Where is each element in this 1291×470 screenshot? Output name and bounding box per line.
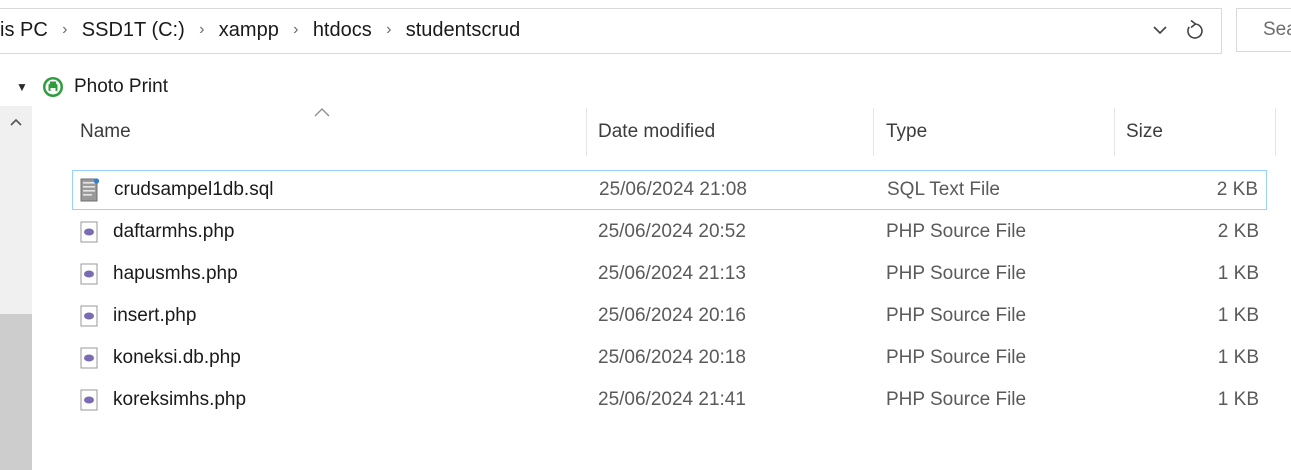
file-name-cell: daftarmhs.php [78,212,234,252]
file-name-cell: insert.php [78,296,196,336]
file-type: PHP Source File [886,347,1027,368]
file-name-cell: koneksi.db.php [78,338,241,378]
file-type: PHP Source File [886,263,1027,284]
file-type: PHP Source File [886,305,1027,326]
column-header-date-label: Date modified [598,121,716,142]
refresh-button[interactable] [1180,16,1210,44]
chevron-down-icon [1153,26,1167,35]
column-header-name-label: Name [80,121,131,142]
php-file-icon [78,220,100,244]
breadcrumb-drive[interactable]: SSD1T (C:) [76,19,191,42]
file-name-cell: koreksimhs.php [78,380,246,420]
breadcrumb: is PC › SSD1T (C:) › xampp › htdocs › st… [0,8,526,52]
breadcrumb-separator-icon[interactable]: › [191,21,213,39]
column-divider[interactable] [1275,108,1276,156]
file-date: 25/06/2024 20:52 [598,221,746,242]
nav-item-label: Photo Print [74,76,168,97]
file-row[interactable]: koneksi.db.php 25/06/2024 20:18 PHP Sour… [72,338,1267,378]
file-date: 25/06/2024 21:08 [599,179,747,200]
breadcrumb-studentscrud[interactable]: studentscrud [400,19,527,42]
file-row[interactable]: daftarmhs.php 25/06/2024 20:52 PHP Sourc… [72,212,1267,252]
file-size: 1 KB [1217,347,1259,368]
address-bar-row: is PC › SSD1T (C:) › xampp › htdocs › st… [0,0,1291,64]
file-name: hapusmhs.php [113,263,238,284]
scroll-up-button[interactable] [0,108,32,136]
file-type: PHP Source File [886,221,1027,242]
chevron-up-icon [10,118,22,126]
nav-item-photo-print[interactable]: ▼ Photo Print [16,72,168,102]
php-file-icon [78,346,100,370]
refresh-icon [1187,20,1203,39]
file-row[interactable]: hapusmhs.php 25/06/2024 21:13 PHP Source… [72,254,1267,294]
search-input[interactable]: Sea [1236,8,1291,52]
file-name-cell: crudsampel1db.sql [79,171,273,209]
column-header-name[interactable]: Name [72,108,586,156]
column-header-type-label: Type [886,121,928,142]
file-date: 25/06/2024 20:18 [598,347,746,368]
photo-print-icon [43,77,63,97]
file-name: crudsampel1db.sql [114,179,274,200]
file-name: koneksi.db.php [113,347,241,368]
file-date: 25/06/2024 21:41 [598,389,746,410]
file-name: koreksimhs.php [113,389,247,410]
breadcrumb-separator-icon[interactable]: › [285,21,307,39]
breadcrumb-xampp[interactable]: xampp [213,19,285,42]
expand-arrow-icon[interactable]: ▼ [16,80,34,94]
file-type: SQL Text File [887,179,1000,200]
search-placeholder: Sea [1263,19,1291,40]
breadcrumb-this-pc[interactable]: is PC [0,19,54,42]
file-type: PHP Source File [886,389,1027,410]
file-row[interactable]: crudsampel1db.sql 25/06/2024 21:08 SQL T… [72,170,1267,210]
column-header-date[interactable]: Date modified [587,108,873,156]
file-date: 25/06/2024 21:13 [598,263,746,284]
breadcrumb-separator-icon[interactable]: › [378,21,400,39]
file-size: 1 KB [1217,263,1259,284]
recent-locations-button[interactable] [1148,16,1172,44]
breadcrumb-separator-icon[interactable]: › [54,21,76,39]
file-date: 25/06/2024 20:16 [598,305,746,326]
file-size: 2 KB [1217,221,1259,242]
php-file-icon [78,262,100,286]
file-row[interactable]: koreksimhs.php 25/06/2024 21:41 PHP Sour… [72,380,1267,420]
breadcrumb-htdocs[interactable]: htdocs [307,19,378,42]
file-name-cell: hapusmhs.php [78,254,238,294]
file-size: 1 KB [1217,305,1259,326]
column-header-size[interactable]: Size [1115,108,1275,156]
scrollbar-thumb[interactable] [0,314,32,470]
sql-file-icon [79,178,101,202]
file-row[interactable]: insert.php 25/06/2024 20:16 PHP Source F… [72,296,1267,336]
column-header-type[interactable]: Type [874,108,1114,156]
file-size: 2 KB [1216,179,1258,200]
php-file-icon [78,304,100,328]
column-header-size-label: Size [1126,121,1163,142]
file-name: insert.php [113,305,197,326]
file-size: 1 KB [1217,389,1259,410]
file-name: daftarmhs.php [113,221,235,242]
php-file-icon [78,388,100,412]
